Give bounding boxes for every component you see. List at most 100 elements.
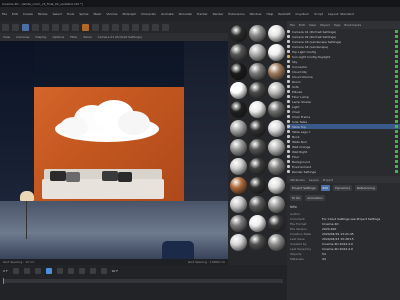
material-swatch[interactable] (249, 25, 266, 42)
rotate-tool-icon[interactable] (42, 23, 49, 31)
subtab-info[interactable]: Info (320, 185, 331, 191)
om-menu-edit[interactable]: Edit (299, 23, 305, 27)
visibility-check-icon[interactable] (395, 150, 398, 153)
material-swatch[interactable] (268, 82, 285, 99)
viewport-menu-options[interactable]: Options (53, 35, 65, 39)
object-item[interactable]: Lamp Shade (287, 99, 400, 104)
subtab-referencing[interactable]: Referencing (355, 185, 377, 191)
visibility-check-icon[interactable] (395, 145, 398, 148)
light-icon[interactable] (162, 23, 169, 31)
cube-primitive-icon[interactable] (112, 23, 119, 31)
material-swatch[interactable] (230, 196, 247, 213)
prev-key-icon[interactable] (23, 268, 30, 274)
spline-pen-icon[interactable] (122, 23, 129, 31)
attribute-value[interactable]: Cinema 4D 2024.4.0 (322, 242, 397, 246)
menu-item[interactable]: MoGraph (123, 12, 137, 16)
material-swatch[interactable] (230, 63, 247, 80)
viewport-menu-cameras[interactable]: Cameras (16, 35, 29, 39)
menu-item[interactable]: Tracker (197, 12, 208, 16)
object-item[interactable]: Pillows (287, 89, 400, 94)
viewport-menu-filter[interactable]: Filter (70, 35, 77, 39)
render-picture-viewer-icon[interactable] (92, 23, 99, 31)
attribute-value[interactable]: For Cloud Settings see Project Settings (322, 217, 397, 221)
material-swatch[interactable] (249, 63, 266, 80)
material-swatch[interactable] (249, 139, 266, 156)
scale-tool-icon[interactable] (32, 23, 39, 31)
visibility-check-icon[interactable] (395, 80, 398, 83)
object-item[interactable]: Camera 03 (Landscape Settings) (287, 39, 400, 44)
menu-item[interactable]: Modes (38, 12, 48, 16)
visibility-check-icon[interactable] (395, 75, 398, 78)
object-item[interactable]: Render Settings (287, 169, 400, 174)
object-item[interactable]: Camera 02 (Portrait Settings) (287, 34, 400, 39)
material-swatch[interactable] (230, 215, 247, 232)
om-menu-file[interactable]: File (290, 23, 295, 27)
material-swatch[interactable] (249, 101, 266, 118)
menu-item[interactable]: Character (141, 12, 156, 16)
visibility-check-icon[interactable] (395, 100, 398, 103)
object-item[interactable]: Floor (287, 154, 400, 159)
visibility-check-icon[interactable] (395, 40, 398, 43)
object-item[interactable]: Book (287, 134, 400, 139)
material-swatch[interactable] (268, 101, 285, 118)
camera-icon[interactable] (152, 23, 159, 31)
move-tool-icon[interactable] (22, 23, 29, 31)
object-item[interactable]: Wall Right (287, 149, 400, 154)
subtab-todo[interactable]: To Do (290, 195, 303, 201)
object-item[interactable]: Walls Null (287, 139, 400, 144)
object-item[interactable]: Sun Light Config Daylight (287, 54, 400, 59)
material-swatch[interactable] (268, 44, 285, 61)
visibility-check-icon[interactable] (395, 170, 398, 173)
material-swatch[interactable] (249, 234, 266, 251)
goto-end-icon[interactable] (78, 268, 85, 274)
visibility-check-icon[interactable] (395, 120, 398, 123)
menu-item[interactable]: Render (213, 12, 224, 16)
next-frame-icon[interactable] (56, 268, 63, 274)
visibility-check-icon[interactable] (395, 60, 398, 63)
subtab-dynamics[interactable]: Dynamics (333, 185, 353, 191)
visibility-check-icon[interactable] (395, 35, 398, 38)
material-swatch[interactable] (249, 120, 266, 137)
attribute-value[interactable]: 2024/04/23 15:28:15 (322, 237, 397, 241)
visibility-check-icon[interactable] (395, 130, 398, 133)
object-item[interactable]: Room (287, 79, 400, 84)
object-item[interactable]: Side Table (287, 119, 400, 124)
visibility-check-icon[interactable] (395, 160, 398, 163)
material-swatch[interactable] (230, 25, 247, 42)
material-swatch[interactable] (230, 120, 247, 137)
material-swatch[interactable] (268, 234, 285, 251)
om-menu-tags[interactable]: Tags (334, 23, 341, 27)
visibility-check-icon[interactable] (395, 65, 398, 68)
visibility-check-icon[interactable] (395, 125, 398, 128)
object-item[interactable]: Background (287, 159, 400, 164)
menu-item[interactable]: Edit (12, 12, 18, 16)
material-swatch[interactable] (230, 82, 247, 99)
attribute-value[interactable]: 2024.400 (322, 227, 397, 231)
record-key-icon[interactable] (89, 268, 96, 274)
object-item[interactable]: Camera 04 (Landscape) (287, 44, 400, 49)
goto-start-icon[interactable] (12, 268, 19, 274)
tab-layers[interactable]: Layers (309, 178, 319, 182)
material-swatch[interactable] (268, 196, 285, 213)
visibility-check-icon[interactable] (395, 140, 398, 143)
visibility-check-icon[interactable] (395, 30, 398, 33)
autokey-icon[interactable] (100, 268, 107, 274)
om-menu-object[interactable]: Object (320, 23, 330, 27)
menu-item[interactable]: Help (266, 12, 273, 16)
viewport-menu-panel[interactable]: Panel (84, 35, 92, 39)
menu-item[interactable]: Volume (106, 12, 117, 16)
material-swatch[interactable] (268, 215, 285, 232)
menu-item[interactable]: Animate (161, 12, 174, 16)
prev-frame-icon[interactable] (34, 268, 41, 274)
menu-item[interactable]: Create (23, 12, 33, 16)
attribute-value[interactable]: 54 (322, 252, 397, 256)
object-item[interactable]: Environment (287, 164, 400, 169)
menu-item[interactable]: Insydium (296, 12, 310, 16)
object-item[interactable]: Cloud Volume (287, 74, 400, 79)
material-swatch[interactable] (230, 139, 247, 156)
menu-item[interactable]: Window (250, 12, 262, 16)
visibility-check-icon[interactable] (395, 70, 398, 73)
object-item[interactable]: Wall Orange (287, 144, 400, 149)
menu-item[interactable]: Redshift (278, 12, 290, 16)
attribute-value[interactable]: 2024/04/19 13:21:45 (322, 232, 397, 236)
